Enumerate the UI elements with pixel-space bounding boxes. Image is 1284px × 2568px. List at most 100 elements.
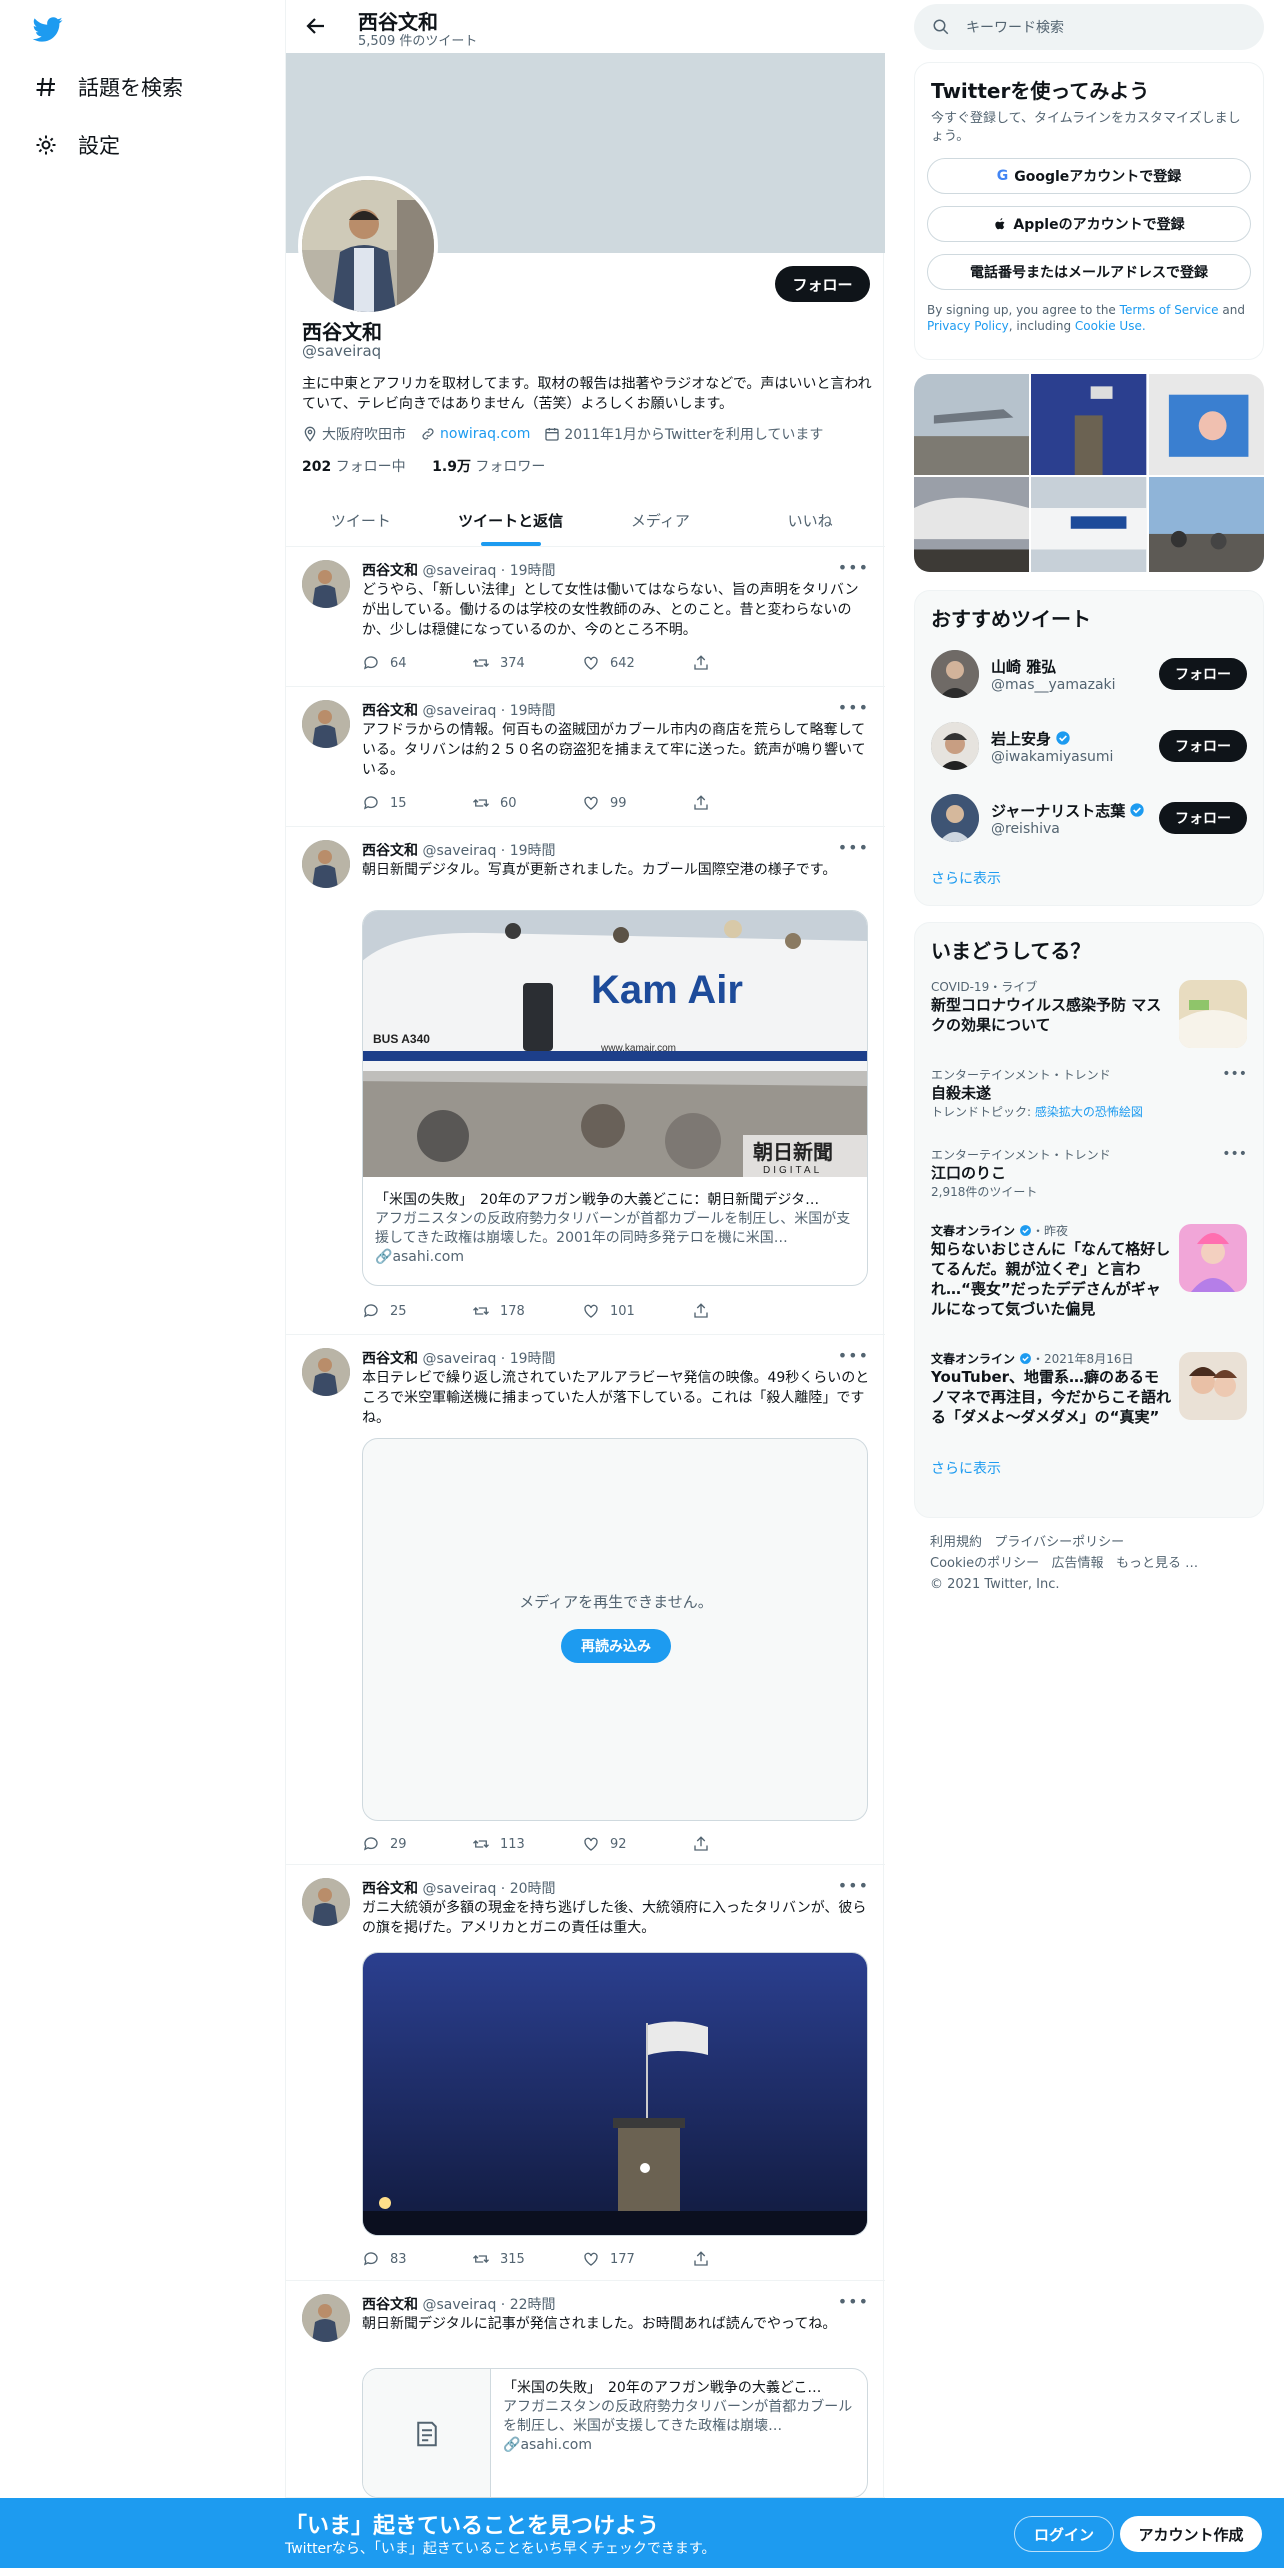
media-grid[interactable]	[914, 374, 1264, 572]
tweet[interactable]: 西谷文和 @saveiraq · 19時間 ••• どうやら、「新しい法律」とし…	[286, 548, 885, 687]
like-button[interactable]: 642	[582, 652, 692, 674]
more-icon[interactable]: •••	[838, 1876, 869, 1895]
tab-tweets-replies[interactable]: ツイートと返信	[436, 494, 586, 546]
recommended-user[interactable]: 岩上安身 @iwakamiyasumi フォロー	[915, 710, 1263, 782]
like-button[interactable]: 99	[582, 792, 692, 814]
tweet[interactable]: 西谷文和 @saveiraq · 19時間 ••• 朝日新聞デジタル。写真が更新…	[286, 828, 885, 1335]
recommended-user[interactable]: 山崎 雅弘 @mas__yamazaki フォロー	[915, 638, 1263, 710]
footer-link[interactable]: 広告情報	[1052, 1556, 1104, 1571]
more-icon[interactable]: •••	[838, 838, 869, 857]
more-icon[interactable]: •••	[838, 2292, 869, 2311]
reply-button[interactable]: 25	[362, 1300, 472, 1322]
media-thumb[interactable]	[1148, 374, 1264, 476]
share-button[interactable]	[692, 652, 802, 674]
followers-link[interactable]: 1.9万 フォロワー	[432, 459, 545, 475]
tweet[interactable]: 西谷文和 @saveiraq · 22時間 ••• 朝日新聞デジタルに記事が発信…	[286, 2282, 885, 2498]
link-card[interactable]: 「米国の失敗」 20年のアフガン戦争の大義どこ… アフガニスタンの反政府勢力タリ…	[362, 2368, 868, 2498]
trend-item[interactable]: エンターテインメント・トレンド 江口のりこ 2,918件のツイート •••	[915, 1138, 1263, 1214]
retweet-button[interactable]: 113	[472, 1833, 582, 1855]
avatar[interactable]	[931, 650, 979, 698]
tweet-photo[interactable]	[362, 1952, 868, 2236]
trend-item[interactable]: 文春オンライン ・2021年8月16日 YouTuber、地雷系…癖のあるモノマネ…	[915, 1342, 1263, 1454]
more-icon[interactable]: •••	[838, 698, 869, 717]
user-name: ジャーナリスト志葉	[991, 800, 1145, 821]
media-thumb[interactable]	[1148, 477, 1264, 572]
more-icon[interactable]: •••	[1222, 1146, 1247, 1162]
tweet-avatar[interactable]	[302, 2294, 350, 2342]
privacy-link[interactable]: Privacy Policy	[927, 319, 1009, 333]
share-button[interactable]	[692, 2248, 802, 2270]
media-thumb[interactable]	[914, 374, 1030, 476]
tweet-avatar[interactable]	[302, 560, 350, 608]
tweet-avatar[interactable]	[302, 840, 350, 888]
avatar[interactable]	[931, 722, 979, 770]
retweet-button[interactable]: 60	[472, 792, 582, 814]
tweet[interactable]: 西谷文和 @saveiraq · 20時間 ••• ガニ大統領が多額の現金を持ち…	[286, 1866, 885, 2281]
footer-link[interactable]: 利用規約	[930, 1535, 982, 1550]
recommended-user[interactable]: ジャーナリスト志葉 @reishiva フォロー	[915, 782, 1263, 854]
more-icon[interactable]: •••	[838, 1346, 869, 1365]
like-button[interactable]: 101	[582, 1300, 692, 1322]
show-more-link[interactable]: さらに表示	[915, 1454, 1263, 1492]
retweet-button[interactable]: 374	[472, 652, 582, 674]
back-arrow-icon[interactable]	[304, 14, 328, 38]
more-icon[interactable]: •••	[1222, 1066, 1247, 1082]
nav-explore[interactable]: 話題を検索	[32, 72, 183, 102]
cookie-link[interactable]: Cookie Use.	[1075, 319, 1146, 333]
share-button[interactable]	[692, 1833, 802, 1855]
reply-button[interactable]: 83	[362, 2248, 472, 2270]
tweet-avatar[interactable]	[302, 700, 350, 748]
reply-button[interactable]: 29	[362, 1833, 472, 1855]
show-more-link[interactable]: さらに表示	[915, 854, 1263, 902]
reply-button[interactable]: 15	[362, 792, 472, 814]
tab-tweets[interactable]: ツイート	[286, 494, 436, 546]
reload-button[interactable]: 再読み込み	[561, 1629, 671, 1663]
login-button[interactable]: ログイン	[1014, 2516, 1114, 2552]
tab-likes[interactable]: いいね	[735, 494, 885, 546]
avatar[interactable]	[931, 794, 979, 842]
more-icon[interactable]: •••	[838, 558, 869, 577]
following-link[interactable]: 202 フォロー中	[302, 459, 406, 475]
trend-topic-link[interactable]: 感染拡大の恐怖絵図	[1035, 1105, 1143, 1119]
follow-button[interactable]: フォロー	[1159, 802, 1247, 834]
tweet[interactable]: 西谷文和 @saveiraq · 19時間 ••• アフドラからの情報。何百もの…	[286, 688, 885, 827]
like-button[interactable]: 92	[582, 1833, 692, 1855]
share-button[interactable]	[692, 792, 802, 814]
twitter-logo-icon[interactable]	[30, 14, 66, 44]
footer-link[interactable]: プライバシーポリシー	[994, 1535, 1124, 1550]
tweet[interactable]: 西谷文和 @saveiraq · 19時間 ••• 本日テレビで繰り返し流されて…	[286, 1336, 885, 1865]
share-button[interactable]	[692, 1300, 802, 1322]
media-thumb[interactable]	[1031, 477, 1147, 572]
media-thumb[interactable]	[914, 477, 1030, 572]
link-card[interactable]: Kam Air BUS A340 www.kamair.com 朝日新聞 DIG…	[362, 910, 868, 1286]
apple-signup-button[interactable]: Appleのアカウントで登録	[927, 206, 1251, 242]
google-signup-button[interactable]: G Googleアカウントで登録	[927, 158, 1251, 194]
like-button[interactable]: 177	[582, 2248, 692, 2270]
search-input[interactable]: キーワード検索	[914, 4, 1264, 50]
follow-button[interactable]: フォロー	[1159, 658, 1247, 690]
tab-media[interactable]: メディア	[586, 494, 736, 546]
tweet-actions: 83 315 177	[362, 2248, 802, 2270]
trend-item[interactable]: 文春オンライン ・昨夜 知らないおじさんに「なんて格好してるんだ。親が泣くぞ」と言…	[915, 1214, 1263, 1342]
footer-more-link[interactable]: もっと見る …	[1116, 1556, 1198, 1571]
follow-button[interactable]: フォロー	[1159, 730, 1247, 762]
terms-link[interactable]: Terms of Service	[1120, 303, 1219, 317]
trend-name: 自殺未遂	[931, 1084, 992, 1102]
profile-link[interactable]: nowiraq.com	[420, 426, 530, 442]
follow-button[interactable]: フォロー	[775, 266, 870, 302]
retweet-button[interactable]: 178	[472, 1300, 582, 1322]
tweet-avatar[interactable]	[302, 1878, 350, 1926]
retweet-button[interactable]: 315	[472, 2248, 582, 2270]
footer-link[interactable]: Cookieのポリシー	[930, 1556, 1039, 1571]
trend-item[interactable]: エンターテインメント・トレンド 自殺未遂 トレンドトピック: 感染拡大の恐怖絵図…	[915, 1058, 1263, 1138]
tweet-avatar[interactable]	[302, 1348, 350, 1396]
trend-item[interactable]: COVID-19・ライブ 新型コロナウイルス感染予防 マスクの効果について	[915, 970, 1263, 1058]
link-card-text: 「米国の失敗」 20年のアフガン戦争の大義どこに：朝日新聞デジタ… アフガニスタ…	[363, 1181, 867, 1277]
video-player[interactable]: メディアを再生できません。 再読み込み	[362, 1438, 868, 1821]
signup-button[interactable]: アカウント作成	[1120, 2516, 1262, 2552]
reply-button[interactable]: 64	[362, 652, 472, 674]
phone-signup-button[interactable]: 電話番号またはメールアドレスで登録	[927, 254, 1251, 290]
media-thumb[interactable]	[1031, 374, 1147, 476]
profile-avatar[interactable]	[298, 176, 438, 316]
nav-settings[interactable]: 設定	[32, 130, 120, 160]
